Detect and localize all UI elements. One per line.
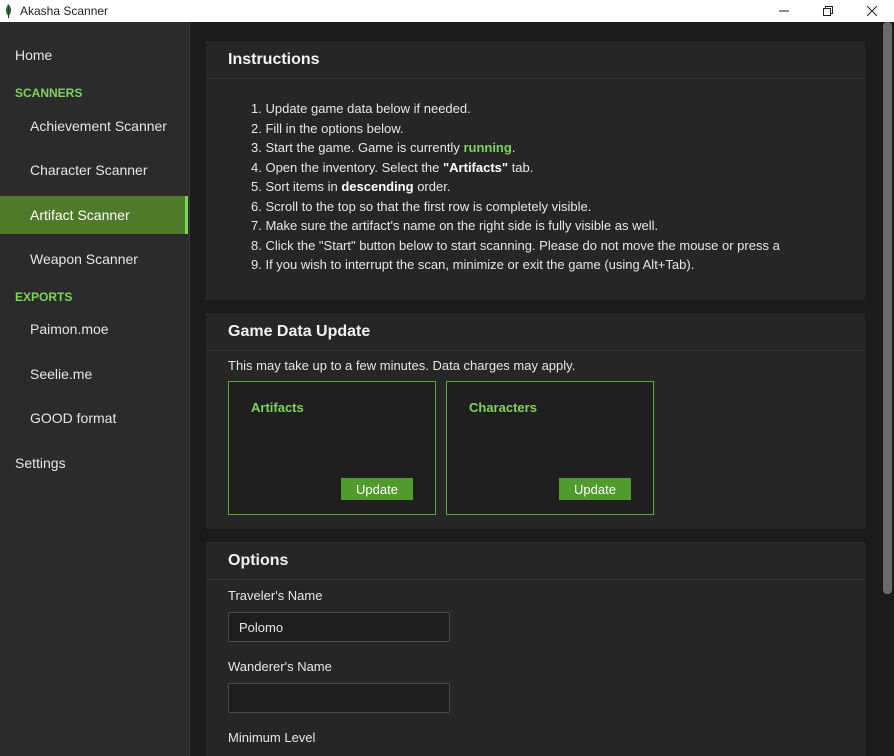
sidebar-item-settings[interactable]: Settings (0, 455, 188, 471)
leaf-icon (5, 4, 12, 18)
instructions-card: Instructions 1. Update game data below i… (206, 41, 865, 300)
scrollbar-thumb[interactable] (883, 22, 892, 594)
artifacts-label: Artifacts (251, 400, 304, 415)
card-title: Instructions (228, 51, 320, 68)
sidebar-item-character-scanner[interactable]: Character Scanner (0, 162, 188, 178)
card-header: Instructions (206, 41, 865, 79)
sidebar-item-weapon-scanner[interactable]: Weapon Scanner (0, 251, 188, 267)
card-title: Options (228, 552, 289, 569)
travelers-name-label: Traveler's Name (228, 588, 323, 603)
sidebar: Home SCANNERS Achievement Scanner Charac… (0, 22, 190, 756)
update-artifacts-button[interactable]: Update (341, 478, 413, 500)
title-bar[interactable]: Akasha Scanner (0, 0, 894, 22)
scrollbar[interactable] (880, 22, 894, 756)
travelers-name-input[interactable] (228, 612, 450, 642)
minimize-button[interactable] (762, 0, 806, 22)
artifacts-update-box: Artifacts Update (228, 381, 436, 515)
instruction-step: 7. Make sure the artifact's name on the … (251, 218, 659, 233)
instruction-step: 3. Start the game. Game is currently run… (251, 140, 516, 155)
sidebar-item-artifact-scanner[interactable]: Artifact Scanner (0, 196, 188, 234)
game-status: running (463, 140, 512, 155)
instruction-step: 4. Open the inventory. Select the "Artif… (251, 159, 534, 175)
update-note: This may take up to a few minutes. Data … (228, 358, 576, 373)
minimize-icon (779, 10, 789, 12)
instruction-step: 8. Click the "Start" button below to sta… (251, 237, 780, 253)
card-header: Options (206, 542, 865, 580)
sidebar-item-achievement-scanner[interactable]: Achievement Scanner (0, 118, 188, 134)
card-title: Game Data Update (228, 323, 371, 340)
sidebar-heading-scanners: SCANNERS (15, 86, 83, 100)
wanderers-name-label: Wanderer's Name (228, 659, 332, 674)
instruction-step: 5. Sort items in descending order. (251, 179, 451, 194)
wanderers-name-input[interactable] (228, 683, 450, 713)
minimum-level-label: Minimum Level (228, 730, 316, 745)
main-content: Instructions 1. Update game data below i… (190, 22, 880, 756)
close-icon (867, 6, 877, 16)
sidebar-item-paimon-moe[interactable]: Paimon.moe (0, 321, 188, 337)
restore-icon (823, 6, 833, 16)
instruction-step: 9. If you wish to interrupt the scan, mi… (251, 257, 695, 272)
instruction-step: 1. Update game data below if needed. (251, 101, 471, 116)
instructions-list: 1. Update game data below if needed. 2. … (251, 99, 780, 275)
characters-label: Characters (469, 400, 537, 415)
restore-button[interactable] (806, 0, 850, 22)
sidebar-item-good-format[interactable]: GOOD format (0, 410, 188, 426)
close-button[interactable] (850, 0, 894, 22)
sidebar-heading-exports: EXPORTS (15, 290, 73, 304)
instruction-step: 6. Scroll to the top so that the first r… (251, 198, 592, 214)
options-card: Options Traveler's Name Wanderer's Name … (206, 542, 865, 756)
window-title: Akasha Scanner (20, 4, 109, 18)
game-data-update-card: Game Data Update This may take up to a f… (206, 313, 865, 529)
sidebar-item-seelie-me[interactable]: Seelie.me (0, 366, 188, 382)
card-header: Game Data Update (206, 313, 865, 351)
sidebar-item-home[interactable]: Home (0, 47, 188, 63)
update-characters-button[interactable]: Update (559, 478, 631, 500)
characters-update-box: Characters Update (446, 381, 654, 515)
app-window: Akasha Scanner Home SCANNERS Achievement… (0, 0, 894, 756)
instruction-step: 2. Fill in the options below. (251, 120, 404, 136)
